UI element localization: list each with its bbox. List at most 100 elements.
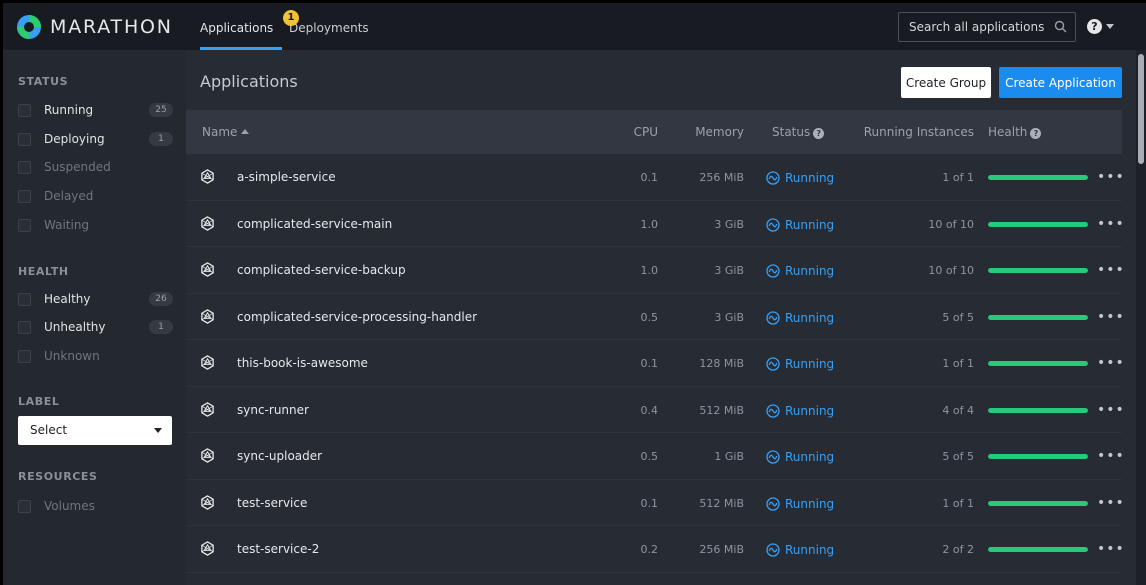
- table-row[interactable]: sync-runner 0.4 512 MiB Running 4 of 4 •…: [186, 387, 1125, 433]
- search-input[interactable]: [898, 12, 1076, 42]
- more-actions-icon[interactable]: •••: [1097, 480, 1125, 526]
- app-name[interactable]: complicated-service-main: [237, 201, 392, 247]
- more-actions-icon[interactable]: •••: [1097, 433, 1125, 479]
- filter-unhealthy[interactable]: Unhealthy 1: [18, 317, 173, 337]
- table-row[interactable]: a-simple-service 0.1 256 MiB Running 1 o…: [186, 154, 1125, 201]
- running-icon: [766, 217, 780, 232]
- app-name[interactable]: complicated-service-processing-handler: [237, 294, 477, 340]
- table-header: Name CPU Memory Status? Running Instance…: [186, 110, 1122, 154]
- app-status: Running: [766, 294, 834, 342]
- app-name[interactable]: complicated-service-backup: [237, 247, 406, 293]
- app-memory: 3 GiB: [714, 217, 744, 231]
- status-label: Running: [785, 450, 835, 464]
- health-fill: [988, 221, 1088, 227]
- app-instances: 10 of 10: [928, 264, 974, 277]
- column-header-health[interactable]: Health?: [988, 110, 1042, 154]
- help-icon[interactable]: ?: [813, 128, 825, 139]
- label-select[interactable]: Select: [18, 416, 172, 445]
- table-row[interactable]: test-service 0.1 512 MiB Running 1 of 1 …: [186, 480, 1125, 526]
- filter-label: Suspended: [44, 160, 111, 174]
- chevron-down-icon: [1106, 23, 1114, 29]
- status-label: Running: [785, 310, 835, 325]
- help-menu[interactable]: ?: [1087, 17, 1114, 35]
- table-row[interactable]: complicated-service-processing-handler 0…: [186, 294, 1125, 342]
- app-name[interactable]: sync-uploader: [237, 433, 322, 479]
- status-label: Running: [785, 357, 835, 371]
- column-header-name[interactable]: Name: [202, 110, 250, 154]
- app-icon: [201, 262, 214, 277]
- filter-deploying[interactable]: Deploying 1: [18, 129, 173, 149]
- brand[interactable]: MARATHON: [17, 15, 173, 39]
- app-instances: 1 of 1: [942, 357, 974, 370]
- checkbox[interactable]: [18, 218, 31, 232]
- health-fill: [988, 314, 1088, 320]
- filter-unknown[interactable]: Unknown: [18, 346, 173, 366]
- health-fill: [988, 268, 1088, 273]
- app-cpu: 0.5: [640, 450, 659, 463]
- app-memory: 512 MiB: [699, 496, 744, 510]
- status-label: Running: [785, 403, 835, 418]
- checkbox[interactable]: [18, 160, 31, 174]
- app-name[interactable]: sync-runner: [237, 387, 309, 433]
- app-name[interactable]: a-simple-service: [237, 154, 336, 200]
- scrollbar-thumb[interactable]: [1138, 54, 1144, 164]
- more-actions-icon[interactable]: •••: [1097, 154, 1125, 200]
- app-icon: [201, 448, 214, 463]
- checkbox[interactable]: [18, 292, 31, 306]
- more-actions-icon[interactable]: •••: [1097, 294, 1125, 340]
- table-row[interactable]: test-service-2 0.2 256 MiB Running 2 of …: [186, 526, 1125, 574]
- running-icon: [766, 357, 780, 371]
- tab-applications[interactable]: Applications: [200, 3, 282, 50]
- help-icon[interactable]: ?: [1030, 128, 1042, 139]
- column-header-memory[interactable]: Memory: [668, 110, 744, 154]
- filter-delayed[interactable]: Delayed: [18, 186, 173, 206]
- checkbox[interactable]: [18, 132, 31, 146]
- more-actions-icon[interactable]: •••: [1097, 201, 1125, 247]
- app-name[interactable]: test-service: [237, 480, 307, 526]
- filter-healthy[interactable]: Healthy 26: [18, 289, 173, 309]
- checkbox[interactable]: [18, 189, 31, 203]
- filter-volumes[interactable]: Volumes: [18, 496, 173, 516]
- help-icon: ?: [1087, 18, 1102, 34]
- checkbox[interactable]: [18, 349, 31, 363]
- filter-label: Volumes: [44, 499, 95, 513]
- status-label: Running: [785, 264, 835, 278]
- column-header-status[interactable]: Status?: [772, 110, 825, 154]
- app-window: MARATHON Applications Deployments 1 ? ST…: [3, 3, 1146, 585]
- applications-table: a-simple-service 0.1 256 MiB Running 1 o…: [186, 154, 1125, 574]
- filter-sidebar: STATUS Running 25 Deploying 1 Suspended …: [3, 50, 186, 585]
- app-status: Running: [766, 340, 834, 388]
- checkbox[interactable]: [18, 320, 31, 334]
- running-icon: [766, 450, 780, 464]
- app-name[interactable]: test-service-2: [237, 526, 319, 572]
- more-actions-icon[interactable]: •••: [1097, 526, 1125, 572]
- app-status: Running: [766, 433, 834, 481]
- column-header-cpu[interactable]: CPU: [606, 110, 658, 154]
- health-fill: [988, 454, 1088, 459]
- filter-label: Deploying: [44, 132, 105, 146]
- checkbox[interactable]: [18, 499, 31, 513]
- column-header-instances[interactable]: Running Instances: [846, 110, 974, 154]
- more-actions-icon[interactable]: •••: [1097, 387, 1125, 433]
- more-actions-icon[interactable]: •••: [1097, 340, 1125, 386]
- app-instances: 5 of 5: [942, 310, 974, 324]
- filter-waiting[interactable]: Waiting: [18, 215, 173, 235]
- count-badge: 1: [149, 320, 173, 334]
- create-application-button[interactable]: Create Application: [999, 67, 1122, 98]
- table-row[interactable]: sync-uploader 0.5 1 GiB Running 5 of 5 •…: [186, 433, 1125, 481]
- filter-label: Delayed: [44, 189, 94, 203]
- app-status: Running: [766, 526, 834, 574]
- search-icon[interactable]: [1054, 20, 1067, 33]
- filter-running[interactable]: Running 25: [18, 100, 173, 120]
- tab-deployments[interactable]: Deployments: [289, 3, 369, 50]
- app-name[interactable]: this-book-is-awesome: [237, 340, 368, 386]
- vertical-scrollbar[interactable]: [1136, 50, 1146, 585]
- table-row[interactable]: complicated-service-main 1.0 3 GiB Runni…: [186, 201, 1125, 247]
- count-badge: 26: [149, 292, 173, 306]
- create-group-button[interactable]: Create Group: [901, 67, 991, 98]
- more-actions-icon[interactable]: •••: [1097, 247, 1125, 293]
- table-row[interactable]: complicated-service-backup 1.0 3 GiB Run…: [186, 247, 1125, 294]
- checkbox[interactable]: [18, 103, 31, 117]
- table-row[interactable]: this-book-is-awesome 0.1 128 MiB Running…: [186, 340, 1125, 388]
- filter-suspended[interactable]: Suspended: [18, 157, 173, 177]
